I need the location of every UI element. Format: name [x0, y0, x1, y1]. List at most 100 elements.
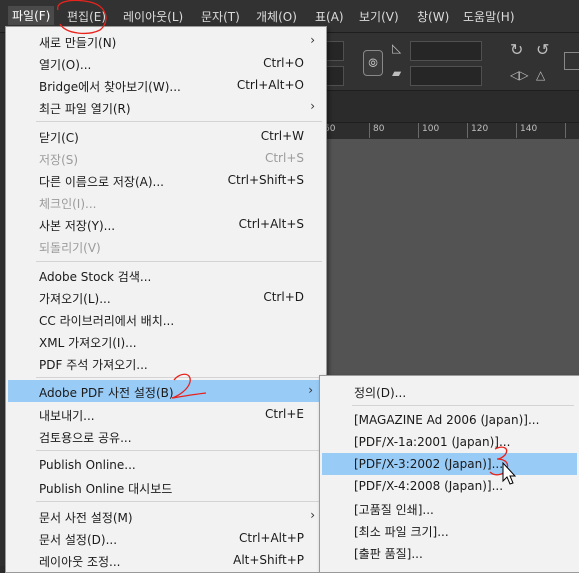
menu-item-import-xml[interactable]: XML 가져오기(I)... [6, 330, 326, 352]
link-icon[interactable]: ⦾ [363, 50, 383, 76]
menu-item-shortcut: Ctrl+W [260, 129, 304, 143]
menu-separator [36, 501, 322, 502]
menu-object[interactable]: 개체(O) [256, 8, 297, 25]
menu-type[interactable]: 문자(T) [201, 8, 240, 25]
chevron-right-icon: › [310, 508, 315, 522]
menu-item-document-presets[interactable]: 문서 사전 설정(M) › [6, 505, 326, 527]
menu-window[interactable]: 창(W) [417, 8, 449, 25]
submenu-item-define[interactable]: 정의(D)... [320, 380, 579, 402]
file-menu: 새로 만들기(N) › 열기(O)... Ctrl+O Bridge에서 찾아보… [5, 26, 327, 573]
menu-item-close[interactable]: 닫기(C) Ctrl+W [6, 125, 326, 147]
menu-item-label: 내보내기... [39, 409, 95, 423]
menu-item-adobe-pdf-presets[interactable]: Adobe PDF 사전 설정(B) › [8, 380, 324, 402]
menu-item-share-for-review[interactable]: 검토용으로 공유... [6, 425, 326, 447]
menu-separator [36, 450, 322, 451]
menu-separator [36, 377, 322, 378]
menu-item-label: Adobe Stock 검색... [39, 270, 152, 284]
menu-item-shortcut: Ctrl+Alt+S [238, 217, 304, 231]
menu-item-label: 문서 사전 설정(M) [39, 511, 133, 525]
rotate-ccw-icon[interactable]: ↺ [536, 40, 549, 59]
rotate-cw-icon[interactable]: ↻ [510, 40, 523, 59]
ruler-label: 100 [422, 124, 440, 134]
menu-item-revert[interactable]: 되돌리기(V) [6, 235, 326, 257]
flip-vertical-icon[interactable]: △ [536, 68, 545, 82]
menu-item-label: 문서 설정(D)... [39, 533, 118, 547]
control-field[interactable] [410, 41, 482, 61]
menu-edit[interactable]: 편집(E) [67, 8, 106, 25]
flip-horizontal-icon[interactable]: ◁▷ [510, 68, 528, 82]
menu-item-shortcut: Ctrl+Alt+P [239, 531, 304, 545]
menu-item-label: 닫기(C) [39, 131, 79, 145]
menu-item-shortcut: Ctrl+Alt+O [236, 78, 304, 92]
submenu-item-high-quality-print[interactable]: [고품질 인쇄]... [320, 497, 579, 519]
submenu-item-label: [PDF/X-4:2008 (Japan)]... [354, 479, 504, 493]
chevron-right-icon: › [310, 99, 315, 113]
menu-help[interactable]: 도움말(H) [463, 8, 515, 25]
menu-item-save-copy[interactable]: 사본 저장(Y)... Ctrl+Alt+S [6, 213, 326, 235]
menu-item-save[interactable]: 저장(S) Ctrl+S [6, 147, 326, 169]
menu-item-import-pdf-comments[interactable]: PDF 주석 가져오기... [6, 352, 326, 374]
menu-item-browse-bridge[interactable]: Bridge에서 찾아보기(W)... Ctrl+Alt+O [6, 74, 326, 96]
submenu-item-pdfx1a[interactable]: [PDF/X-1a:2001 (Japan)]... [320, 431, 579, 453]
menu-item-adjust-layout[interactable]: 레이아웃 조정... Alt+Shift+P [6, 549, 326, 571]
chevron-right-icon: › [308, 383, 313, 397]
menu-item-label: 체크인(I)... [39, 197, 97, 211]
submenu-item-pdfx4[interactable]: [PDF/X-4:2008 (Japan)]... [320, 475, 579, 497]
submenu-item-label: 정의(D)... [354, 386, 407, 400]
menu-table[interactable]: 표(A) [315, 8, 344, 25]
menu-item-export[interactable]: 내보내기... Ctrl+E [6, 403, 326, 425]
submenu-item-label: [출판 품질]... [354, 547, 423, 561]
menu-file[interactable]: 파일(F) [8, 6, 55, 25]
submenu-item-label: [MAGAZINE Ad 2006 (Japan)]... [354, 413, 540, 427]
menu-layout[interactable]: 레이아웃(L) [123, 8, 183, 25]
menu-item-label: 최근 파일 열기(R) [39, 102, 131, 116]
shear-icon: ◺ [392, 41, 402, 55]
menu-item-open[interactable]: 열기(O)... Ctrl+O [6, 52, 326, 74]
menu-item-save-as[interactable]: 다른 이름으로 저장(A)... Ctrl+Shift+S [6, 169, 326, 191]
menu-item-label: 가져오기(L)... [39, 292, 111, 306]
menu-item-label: 다른 이름으로 저장(A)... [39, 175, 164, 189]
menu-item-label: Publish Online 대시보드 [39, 482, 173, 496]
menu-item-open-recent[interactable]: 최근 파일 열기(R) › [6, 96, 326, 118]
menu-item-check-in[interactable]: 체크인(I)... [6, 191, 326, 213]
submenu-item-label: [PDF/X-3:2002 (Japan)]... [354, 457, 504, 471]
chevron-right-icon: › [310, 33, 315, 47]
menu-item-label: Publish Online... [39, 458, 136, 472]
menu-item-new[interactable]: 새로 만들기(N) › [6, 30, 326, 52]
menu-item-shortcut: Ctrl+Shift+S [227, 173, 304, 187]
menu-item-label: 새로 만들기(N) [39, 36, 117, 50]
submenu-item-magazine-ad[interactable]: [MAGAZINE Ad 2006 (Japan)]... [320, 409, 579, 431]
menu-item-label: 열기(O)... [39, 58, 92, 72]
menu-item-label: PDF 주석 가져오기... [39, 358, 148, 372]
menu-item-shortcut: Ctrl+D [263, 290, 304, 304]
menu-item-publish-online[interactable]: Publish Online... [6, 454, 326, 476]
menu-separator [352, 405, 574, 406]
submenu-item-label: [PDF/X-1a:2001 (Japan)]... [354, 435, 511, 449]
frame-icon[interactable] [564, 52, 579, 70]
menu-view[interactable]: 보기(V) [359, 8, 399, 25]
submenu-item-smallest-file[interactable]: [최소 파일 크기]... [320, 519, 579, 541]
menu-separator [36, 121, 322, 122]
control-field[interactable] [410, 66, 482, 86]
menu-separator [36, 261, 322, 262]
ruler-label: 140 [520, 124, 538, 134]
menu-item-adobe-stock[interactable]: Adobe Stock 검색... [6, 264, 326, 286]
menu-item-label: XML 가져오기(I)... [39, 336, 137, 350]
ruler-label: 120 [471, 124, 489, 134]
menu-item-publish-online-dashboard[interactable]: Publish Online 대시보드 [6, 476, 326, 498]
skew-icon: ▰ [392, 66, 402, 80]
pdf-presets-submenu: 정의(D)... [MAGAZINE Ad 2006 (Japan)]... [… [319, 375, 579, 573]
submenu-item-pdfx3[interactable]: [PDF/X-3:2002 (Japan)]... [322, 453, 577, 475]
menu-item-shortcut: Ctrl+S [264, 151, 304, 165]
menu-item-label: CC 라이브러리에서 배치... [39, 314, 175, 328]
submenu-item-label: [최소 파일 크기]... [354, 525, 449, 539]
menu-item-document-setup[interactable]: 문서 설정(D)... Ctrl+Alt+P [6, 527, 326, 549]
submenu-item-label: [고품질 인쇄]... [354, 503, 434, 517]
menu-item-shortcut: Ctrl+E [265, 407, 304, 421]
menu-item-place[interactable]: 가져오기(L)... Ctrl+D [6, 286, 326, 308]
submenu-item-press-quality[interactable]: [출판 품질]... [320, 541, 579, 563]
menu-item-label: Adobe PDF 사전 설정(B) [39, 386, 174, 400]
menu-item-place-cc-library[interactable]: CC 라이브러리에서 배치... [6, 308, 326, 330]
menu-item-label: 되돌리기(V) [39, 241, 101, 255]
menu-item-shortcut: Ctrl+O [263, 56, 304, 70]
